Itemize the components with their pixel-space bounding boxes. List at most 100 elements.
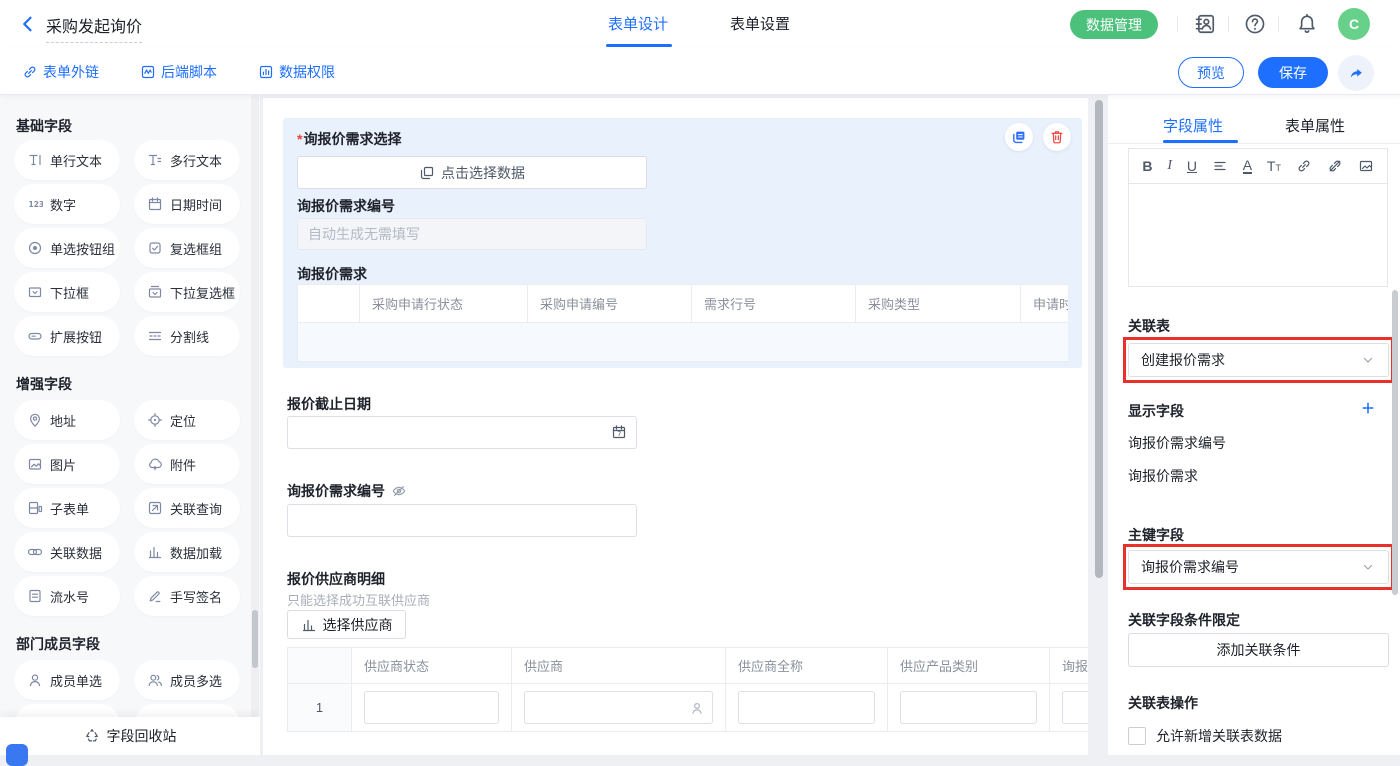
data-manage-button[interactable]: 数据管理 bbox=[1070, 10, 1158, 39]
avatar[interactable]: C bbox=[1338, 8, 1370, 40]
field-item-link-query[interactable]: 关联查询 bbox=[134, 488, 240, 528]
image-icon[interactable] bbox=[1358, 158, 1374, 174]
preview-button[interactable]: 预览 bbox=[1178, 57, 1244, 88]
calendar-icon[interactable]: 7 bbox=[611, 424, 627, 440]
data-permission-link[interactable]: 数据权限 bbox=[258, 62, 335, 82]
select-supplier-button[interactable]: 选择供应商 bbox=[287, 610, 406, 639]
deadline-label: 报价截止日期 bbox=[287, 394, 371, 414]
plus-icon[interactable] bbox=[1360, 400, 1376, 416]
related-table-select[interactable]: 创建报价需求 bbox=[1128, 343, 1389, 377]
form-external-link[interactable]: 表单外链 bbox=[22, 62, 99, 82]
field-item-divider[interactable]: 分割线 bbox=[134, 316, 240, 356]
deadline-date-input[interactable]: 7 bbox=[287, 416, 637, 449]
unlink-icon[interactable] bbox=[1327, 158, 1343, 174]
field-item-number[interactable]: 123数字 bbox=[14, 184, 120, 224]
section-title-member: 部门成员字段 bbox=[16, 634, 100, 654]
bell-icon[interactable] bbox=[1296, 13, 1318, 35]
help-icon[interactable] bbox=[1244, 13, 1266, 35]
location-icon bbox=[147, 412, 163, 428]
supplier-table-wrap: 供应商状态 供应商 供应商全称 供应产品类别 询报 1 bbox=[287, 647, 1088, 732]
display-field-item[interactable]: 询报价需求 bbox=[1128, 466, 1198, 486]
field-item-datetime[interactable]: 日期时间 bbox=[134, 184, 240, 224]
save-button[interactable]: 保存 bbox=[1258, 57, 1328, 88]
field-item-link-data[interactable]: 关联数据 bbox=[14, 532, 120, 572]
field-item-ext-button[interactable]: 扩展按钮 bbox=[14, 316, 120, 356]
selected-field-block[interactable]: *询报价需求选择 点击选择数据 询报价需求编号 询报价需求 采 bbox=[283, 118, 1082, 368]
allow-add-row: 允许新增关联表数据 bbox=[1128, 726, 1282, 746]
field-item-serial-number[interactable]: 流水号 bbox=[14, 576, 120, 616]
app-header: 采购发起询价 表单设计 表单设置 数据管理 C bbox=[0, 0, 1400, 49]
field-item-checkbox-group[interactable]: 复选框组 bbox=[134, 228, 240, 268]
column-header: 询报 bbox=[1050, 648, 1089, 684]
panel-scrollbar-thumb[interactable] bbox=[1392, 290, 1398, 595]
canvas-scrollbar-thumb[interactable] bbox=[1095, 100, 1103, 578]
allow-add-label: 允许新增关联表数据 bbox=[1156, 726, 1282, 746]
tab-form-settings[interactable]: 表单设置 bbox=[730, 13, 790, 34]
data-permission-icon bbox=[258, 64, 274, 80]
bold-button[interactable]: B bbox=[1142, 158, 1152, 174]
field-item-multi-text[interactable]: 多行文本 bbox=[134, 140, 240, 180]
display-field-item[interactable]: 询报价需求编号 bbox=[1128, 433, 1226, 453]
empty-table-body bbox=[298, 323, 1069, 362]
allow-add-checkbox[interactable] bbox=[1128, 727, 1146, 745]
serial-auto-input[interactable] bbox=[297, 218, 647, 250]
floating-widget[interactable] bbox=[6, 744, 28, 766]
column-header: 采购类型 bbox=[856, 285, 1021, 323]
supplier-fullname-cell bbox=[726, 684, 888, 732]
field-item-member-single[interactable]: 成员单选 bbox=[14, 660, 120, 700]
field-item-subform[interactable]: 子表单 bbox=[14, 488, 120, 528]
data-load-icon bbox=[147, 544, 163, 560]
copy-field-button[interactable] bbox=[1005, 123, 1033, 151]
share-button[interactable] bbox=[1338, 55, 1374, 91]
align-icon[interactable] bbox=[1212, 158, 1228, 174]
supplier-table: 供应商状态 供应商 供应商全称 供应产品类别 询报 1 bbox=[287, 647, 1088, 732]
delete-field-button[interactable] bbox=[1043, 123, 1071, 151]
field-item-multi-select[interactable]: 下拉复选框 bbox=[134, 272, 240, 312]
form-canvas-card: *询报价需求选择 点击选择数据 询报价需求编号 询报价需求 采 bbox=[263, 98, 1088, 755]
clipped-input[interactable] bbox=[1062, 691, 1088, 724]
inner-table-label: 询报价需求 bbox=[297, 264, 367, 284]
supplier-category-input[interactable] bbox=[900, 691, 1037, 724]
script-icon bbox=[140, 64, 156, 80]
backend-script-link[interactable]: 后端脚本 bbox=[140, 62, 217, 82]
sidebar-scrollbar-thumb[interactable] bbox=[252, 610, 258, 668]
link-icon[interactable] bbox=[1296, 158, 1312, 174]
back-icon[interactable] bbox=[18, 14, 38, 34]
serial-field-label-row: 询报价需求编号 bbox=[287, 481, 407, 501]
serial-sub-label: 询报价需求编号 bbox=[297, 196, 395, 216]
field-item-address[interactable]: 地址 bbox=[14, 400, 120, 440]
supplier-status-input[interactable] bbox=[364, 691, 499, 724]
number-icon: 123 bbox=[27, 196, 43, 212]
tab-form-properties[interactable]: 表单属性 bbox=[1285, 115, 1345, 136]
tab-form-design[interactable]: 表单设计 bbox=[608, 13, 668, 34]
select-data-button[interactable]: 点击选择数据 bbox=[297, 156, 647, 189]
field-item-image[interactable]: 图片 bbox=[14, 444, 120, 484]
field-item-single-text[interactable]: 单行文本 bbox=[14, 140, 120, 180]
contacts-icon[interactable] bbox=[1194, 13, 1216, 35]
italic-button[interactable]: I bbox=[1167, 158, 1172, 174]
field-recycle-bin[interactable]: 字段回收站 bbox=[0, 717, 260, 755]
row-number-cell: 1 bbox=[288, 684, 352, 732]
field-item-data-load[interactable]: 数据加载 bbox=[134, 532, 240, 572]
font-color-button[interactable]: A bbox=[1243, 159, 1252, 174]
recycle-icon bbox=[84, 728, 100, 744]
supplier-fullname-input[interactable] bbox=[738, 691, 875, 724]
supplier-input[interactable] bbox=[524, 691, 713, 724]
supplier-category-cell bbox=[888, 684, 1050, 732]
field-item-radio-group[interactable]: 单选按钮组 bbox=[14, 228, 120, 268]
primary-key-select[interactable]: 询报价需求编号 bbox=[1128, 550, 1389, 584]
description-editor-area[interactable] bbox=[1128, 183, 1388, 287]
chevron-down-icon bbox=[1360, 559, 1376, 575]
field-item-attachment[interactable]: 附件 bbox=[134, 444, 240, 484]
tab-field-properties[interactable]: 字段属性 bbox=[1163, 115, 1223, 136]
underline-button[interactable]: U bbox=[1187, 158, 1197, 174]
add-condition-button[interactable]: 添加关联条件 bbox=[1128, 633, 1389, 667]
font-size-button[interactable]: TT bbox=[1267, 158, 1281, 174]
serial-field-input[interactable] bbox=[287, 504, 637, 537]
field-item-member-multi[interactable]: 成员多选 bbox=[134, 660, 240, 700]
supplier-status-cell bbox=[352, 684, 512, 732]
field-item-signature[interactable]: 手写签名 bbox=[134, 576, 240, 616]
field-item-select[interactable]: 下拉框 bbox=[14, 272, 120, 312]
field-item-location[interactable]: 定位 bbox=[134, 400, 240, 440]
share-arrow-icon bbox=[1348, 65, 1364, 81]
